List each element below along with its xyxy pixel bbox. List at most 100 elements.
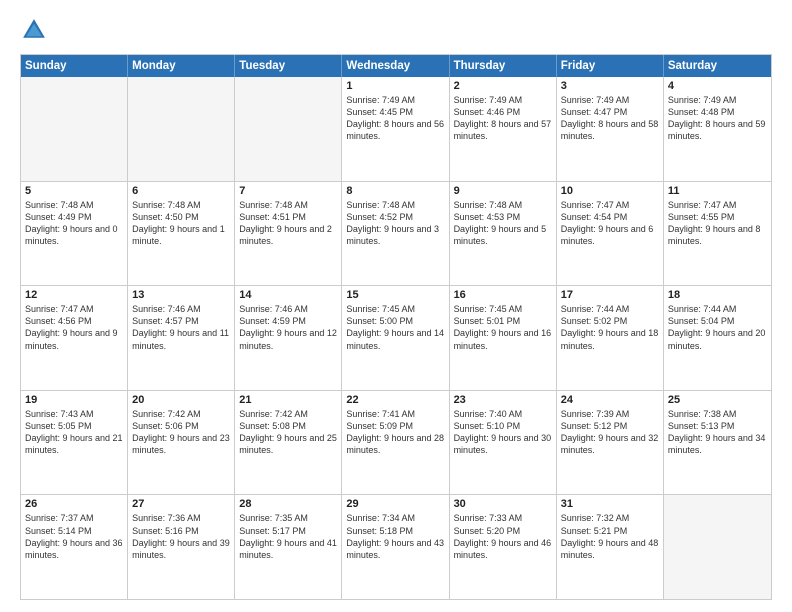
day-cell: 31 Sunrise: 7:32 AM Sunset: 5:21 PM Dayli… [557, 495, 664, 599]
day-number: 29 [346, 498, 444, 510]
day-number: 27 [132, 498, 230, 510]
day-cell: 9 Sunrise: 7:48 AM Sunset: 4:53 PM Daylig… [450, 182, 557, 286]
day-number: 2 [454, 80, 552, 92]
day-number: 7 [239, 185, 337, 197]
day-cell: 23Sunrise: 7:40 AM Sunset: 5:10 PM Dayli… [450, 391, 557, 495]
day-cell: 4 Sunrise: 7:49 AM Sunset: 4:48 PM Daylig… [664, 77, 771, 181]
day-number: 18 [668, 289, 767, 301]
day-info: Sunrise: 7:46 AM Sunset: 4:57 PM Dayligh… [132, 303, 230, 352]
day-cell: 5 Sunrise: 7:48 AM Sunset: 4:49 PM Daylig… [21, 182, 128, 286]
header [20, 16, 772, 44]
day-cell: 8 Sunrise: 7:48 AM Sunset: 4:52 PM Daylig… [342, 182, 449, 286]
day-cell: 17 Sunrise: 7:44 AM Sunset: 5:02 PM Dayli… [557, 286, 664, 390]
day-cell: 2 Sunrise: 7:49 AM Sunset: 4:46 PM Daylig… [450, 77, 557, 181]
day-cell: 6 Sunrise: 7:48 AM Sunset: 4:50 PM Daylig… [128, 182, 235, 286]
empty-cell [664, 495, 771, 599]
day-cell: 18 Sunrise: 7:44 AM Sunset: 5:04 PM Dayli… [664, 286, 771, 390]
day-cell: 21Sunrise: 7:42 AM Sunset: 5:08 PM Dayli… [235, 391, 342, 495]
calendar-row: 1 Sunrise: 7:49 AM Sunset: 4:45 PM Daylig… [21, 77, 771, 182]
day-number: 20 [132, 394, 230, 406]
day-number: 25 [668, 394, 767, 406]
day-number: 1 [346, 80, 444, 92]
day-info: Sunrise: 7:47 AM Sunset: 4:56 PM Dayligh… [25, 303, 123, 352]
calendar-row: 12Sunrise: 7:47 AM Sunset: 4:56 PM Dayli… [21, 286, 771, 391]
day-info: Sunrise: 7:38 AM Sunset: 5:13 PM Dayligh… [668, 408, 767, 457]
day-info: Sunrise: 7:35 AM Sunset: 5:17 PM Dayligh… [239, 512, 337, 561]
day-info: Sunrise: 7:48 AM Sunset: 4:52 PM Dayligh… [346, 199, 444, 248]
logo [20, 16, 52, 44]
weekday-header: Sunday [21, 55, 128, 77]
day-info: Sunrise: 7:44 AM Sunset: 5:02 PM Dayligh… [561, 303, 659, 352]
day-info: Sunrise: 7:48 AM Sunset: 4:53 PM Dayligh… [454, 199, 552, 248]
day-cell: 22Sunrise: 7:41 AM Sunset: 5:09 PM Dayli… [342, 391, 449, 495]
day-info: Sunrise: 7:45 AM Sunset: 5:01 PM Dayligh… [454, 303, 552, 352]
day-info: Sunrise: 7:42 AM Sunset: 5:06 PM Dayligh… [132, 408, 230, 457]
calendar-row: 26 Sunrise: 7:37 AM Sunset: 5:14 PM Dayli… [21, 495, 771, 599]
day-number: 28 [239, 498, 337, 510]
day-cell: 15Sunrise: 7:45 AM Sunset: 5:00 PM Dayli… [342, 286, 449, 390]
day-cell: 20 Sunrise: 7:42 AM Sunset: 5:06 PM Dayli… [128, 391, 235, 495]
day-cell: 28 Sunrise: 7:35 AM Sunset: 5:17 PM Dayli… [235, 495, 342, 599]
page: SundayMondayTuesdayWednesdayThursdayFrid… [0, 0, 792, 612]
day-info: Sunrise: 7:44 AM Sunset: 5:04 PM Dayligh… [668, 303, 767, 352]
day-info: Sunrise: 7:45 AM Sunset: 5:00 PM Dayligh… [346, 303, 444, 352]
day-info: Sunrise: 7:48 AM Sunset: 4:50 PM Dayligh… [132, 199, 230, 248]
day-number: 5 [25, 185, 123, 197]
day-info: Sunrise: 7:49 AM Sunset: 4:46 PM Dayligh… [454, 94, 552, 143]
calendar-body: 1 Sunrise: 7:49 AM Sunset: 4:45 PM Daylig… [21, 77, 771, 599]
day-info: Sunrise: 7:48 AM Sunset: 4:51 PM Dayligh… [239, 199, 337, 248]
day-cell: 11 Sunrise: 7:47 AM Sunset: 4:55 PM Dayli… [664, 182, 771, 286]
day-info: Sunrise: 7:33 AM Sunset: 5:20 PM Dayligh… [454, 512, 552, 561]
day-number: 14 [239, 289, 337, 301]
weekday-header: Thursday [450, 55, 557, 77]
weekday-header: Friday [557, 55, 664, 77]
weekday-header: Wednesday [342, 55, 449, 77]
day-info: Sunrise: 7:49 AM Sunset: 4:47 PM Dayligh… [561, 94, 659, 143]
day-info: Sunrise: 7:47 AM Sunset: 4:54 PM Dayligh… [561, 199, 659, 248]
day-cell: 25 Sunrise: 7:38 AM Sunset: 5:13 PM Dayli… [664, 391, 771, 495]
day-number: 9 [454, 185, 552, 197]
day-info: Sunrise: 7:48 AM Sunset: 4:49 PM Dayligh… [25, 199, 123, 248]
day-cell: 24 Sunrise: 7:39 AM Sunset: 5:12 PM Dayli… [557, 391, 664, 495]
day-number: 11 [668, 185, 767, 197]
day-cell: 14 Sunrise: 7:46 AM Sunset: 4:59 PM Dayli… [235, 286, 342, 390]
day-cell: 29Sunrise: 7:34 AM Sunset: 5:18 PM Dayli… [342, 495, 449, 599]
day-cell: 3 Sunrise: 7:49 AM Sunset: 4:47 PM Daylig… [557, 77, 664, 181]
day-number: 13 [132, 289, 230, 301]
day-info: Sunrise: 7:37 AM Sunset: 5:14 PM Dayligh… [25, 512, 123, 561]
day-number: 31 [561, 498, 659, 510]
day-number: 10 [561, 185, 659, 197]
day-number: 22 [346, 394, 444, 406]
day-number: 24 [561, 394, 659, 406]
day-number: 26 [25, 498, 123, 510]
day-cell: 19Sunrise: 7:43 AM Sunset: 5:05 PM Dayli… [21, 391, 128, 495]
calendar-row: 5 Sunrise: 7:48 AM Sunset: 4:49 PM Daylig… [21, 182, 771, 287]
day-info: Sunrise: 7:32 AM Sunset: 5:21 PM Dayligh… [561, 512, 659, 561]
day-number: 3 [561, 80, 659, 92]
day-info: Sunrise: 7:49 AM Sunset: 4:48 PM Dayligh… [668, 94, 767, 143]
calendar-header: SundayMondayTuesdayWednesdayThursdayFrid… [21, 55, 771, 77]
day-cell: 26 Sunrise: 7:37 AM Sunset: 5:14 PM Dayli… [21, 495, 128, 599]
day-number: 17 [561, 289, 659, 301]
day-info: Sunrise: 7:36 AM Sunset: 5:16 PM Dayligh… [132, 512, 230, 561]
day-cell: 27 Sunrise: 7:36 AM Sunset: 5:16 PM Dayli… [128, 495, 235, 599]
day-number: 6 [132, 185, 230, 197]
weekday-header: Tuesday [235, 55, 342, 77]
weekday-header: Monday [128, 55, 235, 77]
day-number: 19 [25, 394, 123, 406]
calendar-row: 19Sunrise: 7:43 AM Sunset: 5:05 PM Dayli… [21, 391, 771, 496]
day-cell: 7 Sunrise: 7:48 AM Sunset: 4:51 PM Daylig… [235, 182, 342, 286]
day-number: 4 [668, 80, 767, 92]
day-info: Sunrise: 7:40 AM Sunset: 5:10 PM Dayligh… [454, 408, 552, 457]
day-cell: 30Sunrise: 7:33 AM Sunset: 5:20 PM Dayli… [450, 495, 557, 599]
day-cell: 1 Sunrise: 7:49 AM Sunset: 4:45 PM Daylig… [342, 77, 449, 181]
day-info: Sunrise: 7:49 AM Sunset: 4:45 PM Dayligh… [346, 94, 444, 143]
day-info: Sunrise: 7:39 AM Sunset: 5:12 PM Dayligh… [561, 408, 659, 457]
day-info: Sunrise: 7:46 AM Sunset: 4:59 PM Dayligh… [239, 303, 337, 352]
day-number: 8 [346, 185, 444, 197]
day-number: 16 [454, 289, 552, 301]
day-cell: 12Sunrise: 7:47 AM Sunset: 4:56 PM Dayli… [21, 286, 128, 390]
empty-cell [235, 77, 342, 181]
day-info: Sunrise: 7:47 AM Sunset: 4:55 PM Dayligh… [668, 199, 767, 248]
calendar: SundayMondayTuesdayWednesdayThursdayFrid… [20, 54, 772, 600]
